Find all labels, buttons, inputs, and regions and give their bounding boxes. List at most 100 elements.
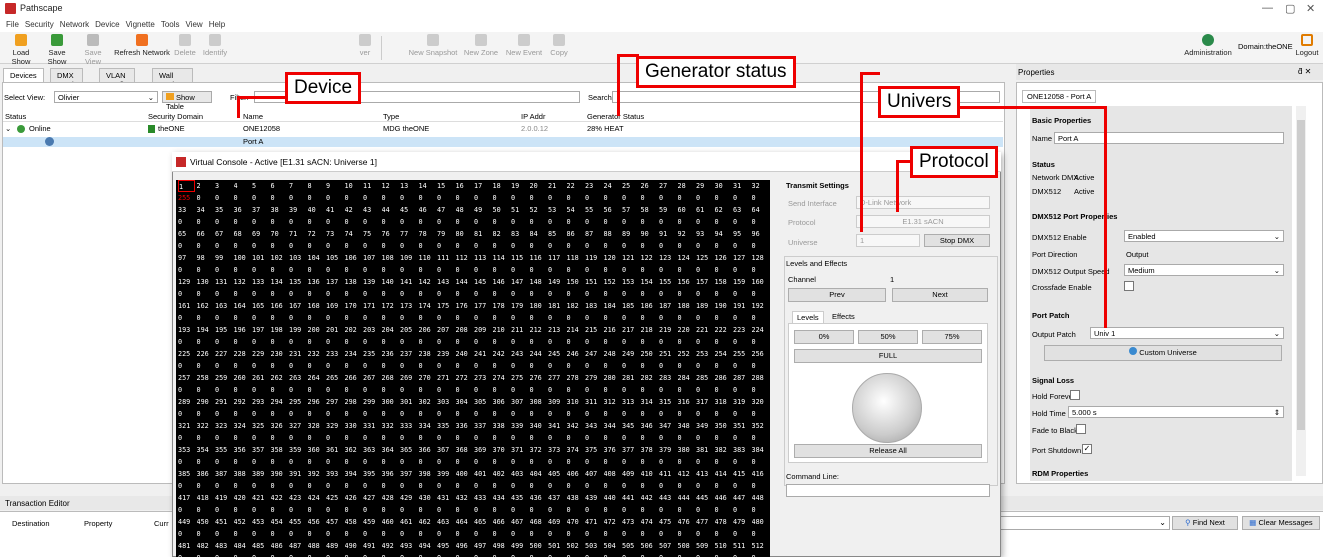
channel-number[interactable]: 115: [511, 252, 528, 264]
channel-level[interactable]: 0: [400, 360, 417, 372]
channel-number[interactable]: 364: [382, 444, 399, 456]
channel-level[interactable]: 0: [659, 552, 676, 557]
channel-number[interactable]: 157: [696, 276, 713, 288]
channel-level[interactable]: 0: [530, 384, 547, 396]
channel-level[interactable]: 0: [363, 336, 380, 348]
channel-level[interactable]: 0: [604, 360, 621, 372]
col-ip-addr[interactable]: IP Addr: [521, 112, 545, 121]
channel-number[interactable]: 246: [567, 348, 584, 360]
channel-number[interactable]: 162: [197, 300, 214, 312]
channel-number[interactable]: 18: [493, 180, 510, 192]
expand-chevron-icon[interactable]: ⌄: [5, 124, 11, 133]
channel-number[interactable]: 19: [511, 180, 528, 192]
channel-level[interactable]: 0: [474, 552, 491, 557]
channel-number[interactable]: 31: [733, 180, 750, 192]
channel-level[interactable]: 0: [400, 240, 417, 252]
channel-level[interactable]: 0: [382, 552, 399, 557]
channel-number[interactable]: 141: [400, 276, 417, 288]
channel-level[interactable]: 0: [493, 192, 510, 204]
col-type[interactable]: Type: [383, 112, 399, 121]
channel-level[interactable]: 0: [659, 312, 676, 324]
channel-number[interactable]: 281: [622, 372, 639, 384]
channel-number[interactable]: 381: [696, 444, 713, 456]
channel-number[interactable]: 253: [696, 348, 713, 360]
channel-number[interactable]: 140: [382, 276, 399, 288]
channel-number[interactable]: 14: [419, 180, 436, 192]
channel-number[interactable]: 453: [252, 516, 269, 528]
channel-number[interactable]: 170: [345, 300, 362, 312]
channel-level[interactable]: 0: [604, 504, 621, 516]
channel-level[interactable]: 0: [308, 288, 325, 300]
channel-level[interactable]: 0: [659, 264, 676, 276]
channel-level[interactable]: 0: [178, 552, 195, 557]
channel-number[interactable]: 276: [530, 372, 547, 384]
channel-number[interactable]: 33: [178, 204, 195, 216]
channel-number[interactable]: 129: [178, 276, 195, 288]
channel-level[interactable]: 0: [474, 504, 491, 516]
channel-number[interactable]: 240: [456, 348, 473, 360]
channel-number[interactable]: 263: [289, 372, 306, 384]
channel-level[interactable]: 0: [641, 528, 658, 540]
channel-level[interactable]: 0: [271, 456, 288, 468]
channel-level[interactable]: 0: [511, 384, 528, 396]
channel-level[interactable]: 0: [289, 456, 306, 468]
channel-level[interactable]: 0: [474, 528, 491, 540]
channel-level[interactable]: 0: [659, 480, 676, 492]
new-zone-button[interactable]: New Zone: [462, 34, 500, 62]
channel-level[interactable]: 0: [400, 312, 417, 324]
channel-number[interactable]: 172: [382, 300, 399, 312]
channel-number[interactable]: 81: [474, 228, 491, 240]
channel-level[interactable]: 0: [567, 360, 584, 372]
channel-level[interactable]: 0: [752, 504, 769, 516]
channel-number[interactable]: 365: [400, 444, 417, 456]
channel-number[interactable]: 210: [493, 324, 510, 336]
channel-number[interactable]: 200: [308, 324, 325, 336]
channel-level[interactable]: 0: [382, 432, 399, 444]
channel-number[interactable]: 326: [271, 420, 288, 432]
channel-level[interactable]: 0: [437, 288, 454, 300]
channel-number[interactable]: 56: [604, 204, 621, 216]
channel-number[interactable]: 451: [215, 516, 232, 528]
channel-level[interactable]: 0: [604, 192, 621, 204]
channel-level[interactable]: 0: [437, 432, 454, 444]
channel-level[interactable]: 0: [567, 192, 584, 204]
channel-number[interactable]: 77: [400, 228, 417, 240]
channel-level[interactable]: 0: [715, 192, 732, 204]
channel-number[interactable]: 113: [474, 252, 491, 264]
channel-level[interactable]: 0: [641, 552, 658, 557]
channel-level[interactable]: 0: [548, 240, 565, 252]
channel-level[interactable]: 0: [585, 336, 602, 348]
channel-number[interactable]: 511: [733, 540, 750, 552]
channel-number[interactable]: 142: [419, 276, 436, 288]
channel-number[interactable]: 355: [215, 444, 232, 456]
channel-level[interactable]: 0: [493, 408, 510, 420]
channel-number[interactable]: 496: [456, 540, 473, 552]
channel-level[interactable]: 0: [437, 528, 454, 540]
channel-level[interactable]: 0: [715, 312, 732, 324]
channel-number[interactable]: 421: [252, 492, 269, 504]
channel-number[interactable]: 197: [252, 324, 269, 336]
channel-level[interactable]: 0: [326, 408, 343, 420]
channel-level[interactable]: 0: [548, 480, 565, 492]
channel-level[interactable]: 0: [548, 432, 565, 444]
channel-level[interactable]: 0: [289, 240, 306, 252]
channel-number[interactable]: 467: [511, 516, 528, 528]
channel-level[interactable]: 0: [752, 312, 769, 324]
channel-level[interactable]: 0: [678, 456, 695, 468]
channel-number[interactable]: 203: [363, 324, 380, 336]
channel-number[interactable]: 6: [271, 180, 288, 192]
channel-number[interactable]: 64: [752, 204, 769, 216]
channel-level[interactable]: 0: [437, 264, 454, 276]
channel-number[interactable]: 219: [659, 324, 676, 336]
channel-number[interactable]: 185: [622, 300, 639, 312]
channel-number[interactable]: 247: [585, 348, 602, 360]
channel-level[interactable]: 0: [289, 216, 306, 228]
channel-level[interactable]: 0: [437, 408, 454, 420]
channel-level[interactable]: 0: [382, 456, 399, 468]
channel-number[interactable]: 227: [215, 348, 232, 360]
channel-number[interactable]: 499: [511, 540, 528, 552]
channel-level[interactable]: 0: [178, 336, 195, 348]
channel-level[interactable]: 0: [567, 408, 584, 420]
channel-number[interactable]: 414: [715, 468, 732, 480]
channel-level[interactable]: 0: [215, 504, 232, 516]
